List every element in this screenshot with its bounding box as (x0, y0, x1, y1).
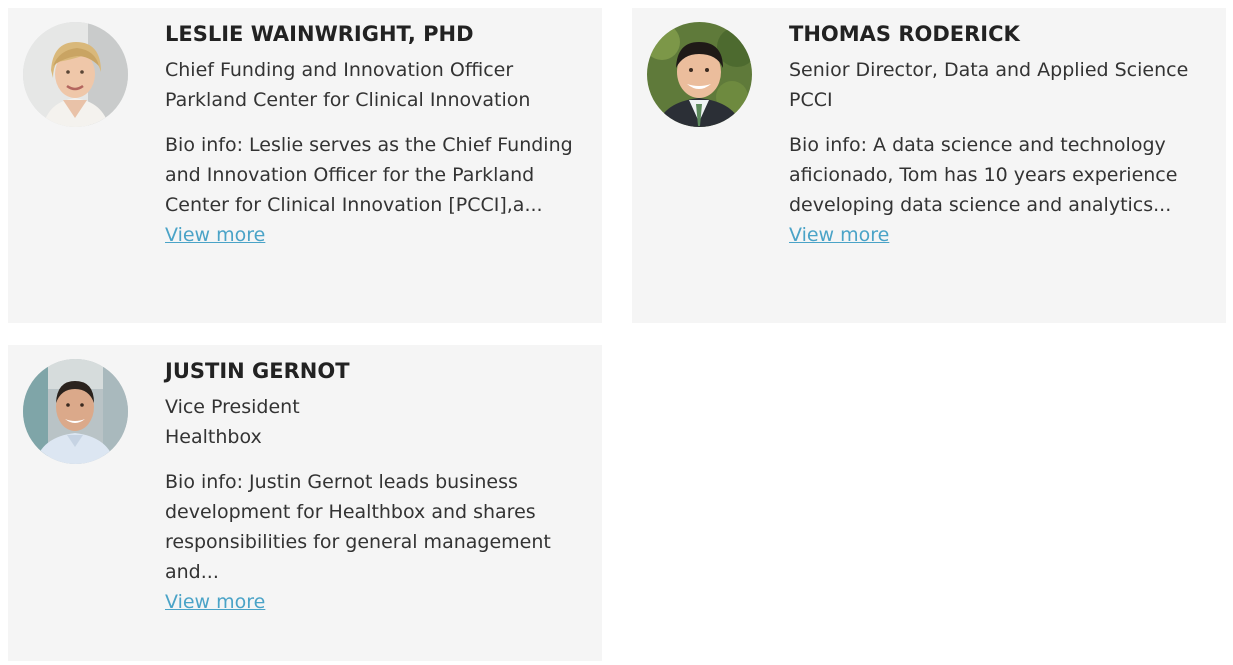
speaker-grid: LESLIE WAINWRIGHT, PHD Chief Funding and… (0, 0, 1233, 665)
speaker-content: THOMAS RODERICK Senior Director, Data an… (789, 20, 1199, 250)
avatar-image (23, 22, 128, 127)
speaker-title: Chief Funding and Innovation Officer (165, 59, 514, 81)
speaker-organization: Healthbox (165, 426, 262, 448)
avatar-photo-justin (23, 359, 128, 464)
speaker-title: Senior Director, Data and Applied Scienc… (789, 59, 1189, 81)
speaker-card-leslie: LESLIE WAINWRIGHT, PHD Chief Funding and… (8, 8, 602, 323)
speaker-organization: Parkland Center for Clinical Innovation (165, 89, 531, 111)
speaker-organization: PCCI (789, 89, 833, 111)
view-more-link[interactable]: View more (165, 220, 265, 250)
view-more-link[interactable]: View more (789, 220, 889, 250)
speaker-content: JUSTIN GERNOT Vice President Healthbox B… (165, 357, 575, 617)
speaker-bio: Bio info: Justin Gernot leads business d… (165, 471, 551, 583)
speaker-bio: Bio info: Leslie serves as the Chief Fun… (165, 134, 573, 216)
avatar-photo-thomas (647, 22, 752, 127)
speaker-bio: Bio info: A data science and technology … (789, 134, 1178, 216)
speaker-name: LESLIE WAINWRIGHT, PHD (165, 22, 474, 46)
speaker-name: JUSTIN GERNOT (165, 359, 350, 383)
speaker-card-thomas: THOMAS RODERICK Senior Director, Data an… (632, 8, 1226, 323)
speaker-name: THOMAS RODERICK (789, 22, 1020, 46)
avatar-image (647, 22, 752, 127)
speaker-card-justin: JUSTIN GERNOT Vice President Healthbox B… (8, 345, 602, 661)
view-more-link[interactable]: View more (165, 587, 265, 617)
speaker-title: Vice President (165, 396, 300, 418)
avatar-image (23, 359, 128, 464)
speaker-content: LESLIE WAINWRIGHT, PHD Chief Funding and… (165, 20, 575, 250)
avatar-photo-leslie (23, 22, 128, 127)
